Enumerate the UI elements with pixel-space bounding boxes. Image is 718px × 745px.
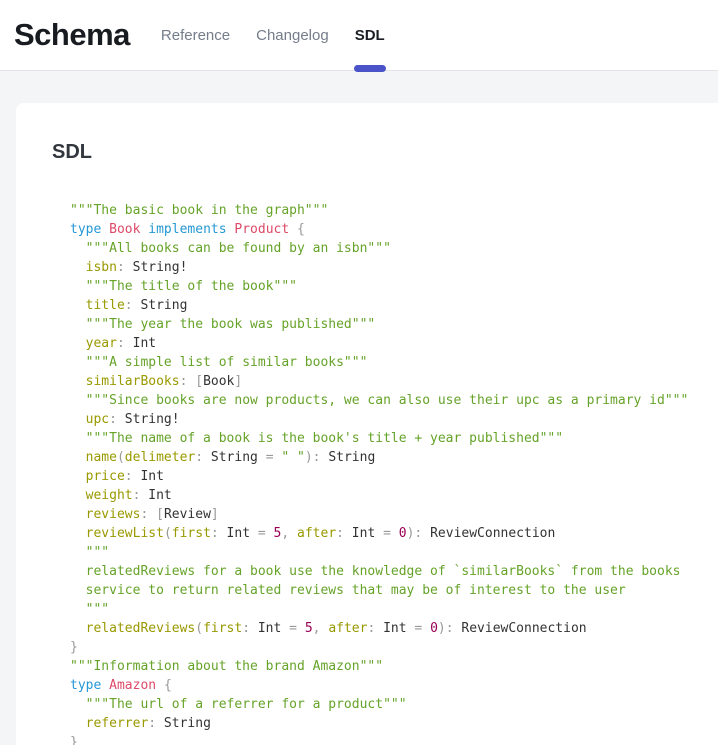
code-line: """All books can be found by an isbn""" [70, 239, 718, 258]
code-line: upc: String! [70, 410, 718, 429]
code-line: title: String [70, 296, 718, 315]
code-line: similarBooks: [Book] [70, 372, 718, 391]
code-line: """Information about the brand Amazon""" [70, 657, 718, 676]
schema-tabs: Reference Changelog SDL [148, 0, 398, 70]
code-line: reviews: [Review] [70, 505, 718, 524]
code-line: referrer: String [70, 714, 718, 733]
code-line: service to return related reviews that m… [70, 581, 718, 600]
code-line: year: Int [70, 334, 718, 353]
code-line: """ [70, 543, 718, 562]
page-title: Schema [14, 17, 130, 53]
code-line: } [70, 733, 718, 745]
tab-reference[interactable]: Reference [148, 0, 243, 70]
code-line: relatedReviews(first: Int = 5, after: In… [70, 619, 718, 638]
sdl-code-block: """The basic book in the graph"""type Bo… [70, 201, 718, 745]
page-body: SDL """The basic book in the graph"""typ… [0, 71, 718, 745]
code-line: name(delimeter: String = " "): String [70, 448, 718, 467]
code-line: type Amazon { [70, 676, 718, 695]
code-line: """ [70, 600, 718, 619]
code-line: """The basic book in the graph""" [70, 201, 718, 220]
page-header: Schema Reference Changelog SDL [0, 0, 718, 71]
code-line: """The year the book was published""" [70, 315, 718, 334]
code-line: } [70, 638, 718, 657]
code-line: isbn: String! [70, 258, 718, 277]
code-line: price: Int [70, 467, 718, 486]
code-line: relatedReviews for a book use the knowle… [70, 562, 718, 581]
code-line: """The url of a referrer for a product""… [70, 695, 718, 714]
code-line: weight: Int [70, 486, 718, 505]
code-line: """The name of a book is the book's titl… [70, 429, 718, 448]
tab-changelog[interactable]: Changelog [243, 0, 342, 70]
code-line: type Book implements Product { [70, 220, 718, 239]
code-line: reviewList(first: Int = 5, after: Int = … [70, 524, 718, 543]
content-card: SDL """The basic book in the graph"""typ… [16, 103, 718, 745]
code-line: """Since books are now products, we can … [70, 391, 718, 410]
sdl-heading: SDL [52, 141, 718, 164]
tab-sdl[interactable]: SDL [342, 0, 398, 70]
code-line: """A simple list of similar books""" [70, 353, 718, 372]
code-line: """The title of the book""" [70, 277, 718, 296]
